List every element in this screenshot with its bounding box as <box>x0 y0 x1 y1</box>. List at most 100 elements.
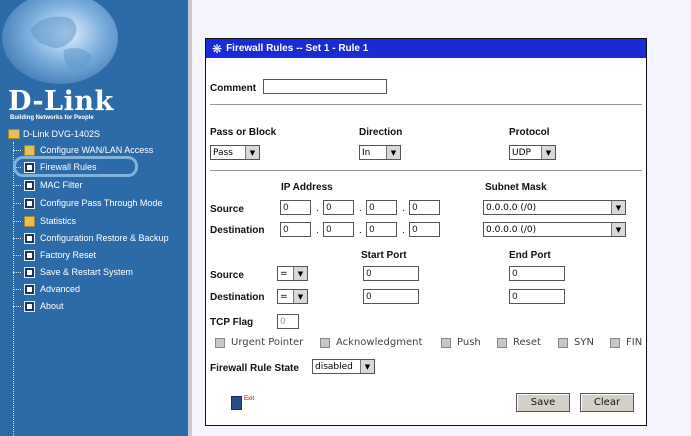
panel-title: Firewall Rules -- Set 1 - Rule 1 <box>226 43 369 54</box>
firewall-rule-state-value: disabled <box>315 361 353 372</box>
protocol-value: UDP <box>512 147 531 158</box>
sidebar-item-configuration-restore-backup[interactable]: Configuration Restore & Backup <box>13 230 169 246</box>
comment-label: Comment <box>210 83 257 94</box>
page-icon <box>24 266 35 278</box>
flag-label: FIN <box>626 337 643 348</box>
dlink-globe-logo <box>2 0 118 84</box>
checkbox-box <box>610 337 620 348</box>
source-label: Source <box>210 204 244 215</box>
ip-dot: . <box>402 203 405 214</box>
page-icon <box>24 232 35 244</box>
dest-ip-octet-3[interactable] <box>366 222 397 237</box>
firewall-icon: ❋ <box>212 41 223 56</box>
ip-dot: . <box>359 203 362 214</box>
protocol-select[interactable]: UDP ▼ <box>509 145 556 160</box>
source-ip-octet-1[interactable] <box>280 200 311 215</box>
exit-link[interactable]: Exit <box>231 396 254 410</box>
panel-titlebar: ❋ Firewall Rules -- Set 1 - Rule 1 <box>206 39 646 58</box>
sidebar-item-label: Factory Reset <box>40 250 97 260</box>
direction-value: In <box>362 147 371 158</box>
flag-syn-checkbox[interactable]: SYN <box>558 337 594 348</box>
dest-start-port-input[interactable] <box>363 289 419 304</box>
sidebar: D-Link Building Networks for People D-Li… <box>0 0 188 436</box>
dest-end-port-input[interactable] <box>509 289 565 304</box>
checkbox-box <box>441 337 451 348</box>
source-port-operator-value: = <box>280 268 288 279</box>
flag-push-checkbox[interactable]: Push <box>441 337 481 348</box>
divider <box>210 104 642 106</box>
flag-label: SYN <box>574 337 594 348</box>
source-ip-octet-2[interactable] <box>323 200 354 215</box>
sidebar-item-statistics[interactable]: Statistics <box>13 213 76 229</box>
source-end-port-input[interactable] <box>509 266 565 281</box>
ip-dot: . <box>316 225 319 236</box>
comment-input[interactable] <box>263 79 387 94</box>
sidebar-item-save-restart-system[interactable]: Save & Restart System <box>13 264 133 280</box>
dest-ip-octet-2[interactable] <box>323 222 354 237</box>
end-port-header: End Port <box>509 250 551 261</box>
start-port-header: Start Port <box>361 250 407 261</box>
protocol-label: Protocol <box>509 127 550 138</box>
direction-label: Direction <box>359 127 403 138</box>
flag-acknowledgment-checkbox[interactable]: Acknowledgment <box>320 337 422 348</box>
flag-label: Push <box>457 337 481 348</box>
page-icon <box>24 179 35 191</box>
save-button[interactable]: Save <box>516 393 570 412</box>
ip-dot: . <box>402 225 405 236</box>
flag-label: Acknowledgment <box>336 337 423 348</box>
dropdown-arrow-icon: ▼ <box>293 290 307 303</box>
dest-port-operator-select[interactable]: = ▼ <box>277 289 308 304</box>
flag-label: Reset <box>513 337 541 348</box>
flag-fin-checkbox[interactable]: FIN <box>610 337 642 348</box>
tcp-flag-input[interactable] <box>277 314 299 329</box>
sidebar-item-factory-reset[interactable]: Factory Reset <box>13 247 96 263</box>
page-icon <box>24 283 35 295</box>
source-subnet-mask-select[interactable]: 0.0.0.0 (/0) ▼ <box>483 200 626 215</box>
flag-urgent-pointer-checkbox[interactable]: Urgent Pointer <box>215 337 303 348</box>
tree-root[interactable]: D-Link DVG-1402S <box>8 127 100 141</box>
brand-tagline: Building Networks for People <box>10 115 94 121</box>
port-source-label: Source <box>210 270 244 281</box>
page-icon <box>24 300 35 312</box>
dropdown-arrow-icon: ▼ <box>541 146 555 159</box>
source-ip-octet-3[interactable] <box>366 200 397 215</box>
pass-or-block-label: Pass or Block <box>210 127 277 138</box>
sidebar-item-label: Configure Pass Through Mode <box>40 198 163 208</box>
dest-port-operator-value: = <box>280 291 288 302</box>
dropdown-arrow-icon: ▼ <box>245 146 259 159</box>
selected-item-highlight <box>13 156 138 177</box>
tree-root-label: D-Link DVG-1402S <box>23 129 101 139</box>
sidebar-item-about[interactable]: About <box>13 298 64 314</box>
source-port-operator-select[interactable]: = ▼ <box>277 266 308 281</box>
dropdown-arrow-icon: ▼ <box>293 267 307 280</box>
source-ip-octet-4[interactable] <box>409 200 440 215</box>
dest-ip-octet-1[interactable] <box>280 222 311 237</box>
direction-select[interactable]: In ▼ <box>359 145 401 160</box>
page-icon <box>24 197 35 209</box>
clear-button[interactable]: Clear <box>580 393 634 412</box>
checkbox-box <box>215 337 225 348</box>
divider <box>210 170 642 172</box>
dest-ip-octet-4[interactable] <box>409 222 440 237</box>
source-subnet-mask-value: 0.0.0.0 (/0) <box>486 202 537 213</box>
subnet-mask-header: Subnet Mask <box>485 182 547 193</box>
sidebar-item-label: Save & Restart System <box>40 267 134 277</box>
destination-label: Destination <box>210 225 265 236</box>
firewall-rule-state-select[interactable]: disabled ▼ <box>312 359 375 374</box>
sidebar-item-label: MAC Filter <box>40 180 83 190</box>
dest-subnet-mask-value: 0.0.0.0 (/0) <box>486 224 537 235</box>
ip-dot: . <box>316 203 319 214</box>
checkbox-box <box>558 337 568 348</box>
pass-or-block-select[interactable]: Pass ▼ <box>210 145 260 160</box>
sidebar-item-mac-filter[interactable]: MAC Filter <box>13 177 83 193</box>
sidebar-item-configure-pass-through-mode[interactable]: Configure Pass Through Mode <box>13 195 162 211</box>
dropdown-arrow-icon: ▼ <box>611 201 625 214</box>
sidebar-item-advanced[interactable]: Advanced <box>13 281 80 297</box>
sidebar-item-label: Advanced <box>40 284 81 294</box>
source-start-port-input[interactable] <box>363 266 419 281</box>
folder-icon <box>24 144 35 156</box>
flag-reset-checkbox[interactable]: Reset <box>497 337 541 348</box>
firewall-rule-panel: ❋ Firewall Rules -- Set 1 - Rule 1 Comme… <box>205 38 647 426</box>
dest-subnet-mask-select[interactable]: 0.0.0.0 (/0) ▼ <box>483 222 626 237</box>
dropdown-arrow-icon: ▼ <box>611 223 625 236</box>
